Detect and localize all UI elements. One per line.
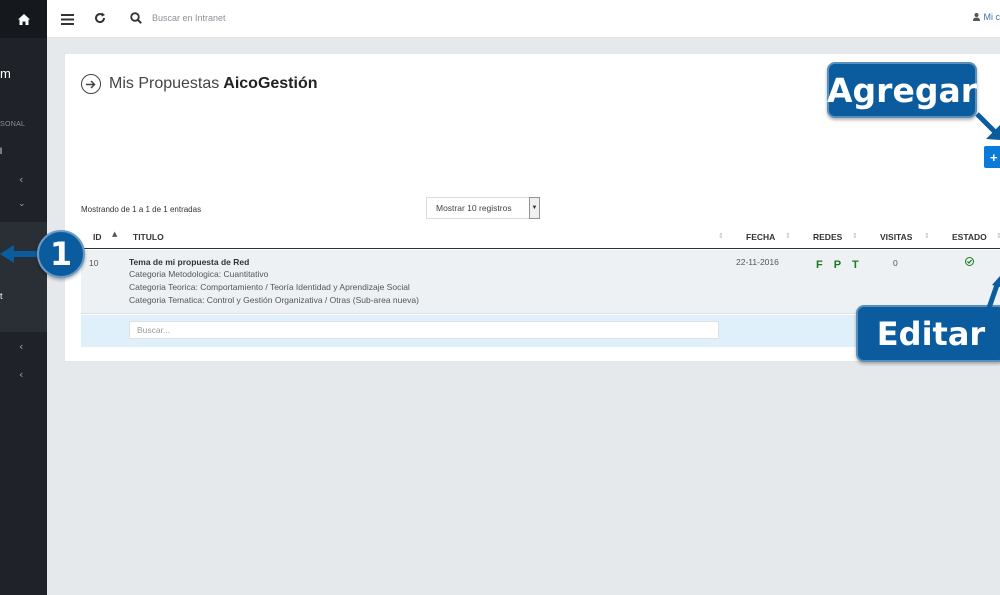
row-visitas: 0 xyxy=(893,258,898,268)
chevron-left-icon[interactable]: ‹ xyxy=(19,368,23,381)
row-fecha: 22-11-2016 xyxy=(736,257,779,267)
top-bar: Mi c xyxy=(47,0,1000,38)
sidebar-brand: m xyxy=(0,66,11,81)
caret-down-icon[interactable]: ▼ xyxy=(529,197,540,219)
title-filter-input[interactable] xyxy=(129,321,719,339)
arrow-circle-right-icon xyxy=(81,74,101,94)
callout-agregar-arrow-icon xyxy=(975,112,1000,140)
sort-icon[interactable]: ⇕ xyxy=(924,232,930,240)
table-header: ID ▲ TITULO ⇕ FECHA ⇕ REDES ⇕ VISITAS ⇕ … xyxy=(81,226,1000,249)
callout-editar: Editar xyxy=(856,305,1000,362)
row-category-tematica: Categoria Tematica: Control y Gestión Or… xyxy=(129,295,419,305)
home-button[interactable] xyxy=(0,0,47,38)
chevron-left-icon[interactable]: ‹ xyxy=(19,173,23,186)
column-header-id[interactable]: ID xyxy=(93,232,102,242)
sort-icon[interactable]: ⇕ xyxy=(996,232,1000,240)
user-icon xyxy=(972,13,980,21)
user-menu[interactable]: Mi c xyxy=(972,12,1000,22)
column-header-fecha[interactable]: FECHA xyxy=(746,232,775,242)
user-menu-label: Mi c xyxy=(983,12,1000,22)
column-header-redes[interactable]: REDES xyxy=(813,232,842,242)
column-header-visitas[interactable]: VISITAS xyxy=(880,232,912,242)
table-info: Mostrando de 1 a 1 de 1 entradas xyxy=(81,205,202,214)
menu-icon[interactable] xyxy=(61,12,74,30)
page-title: Mis Propuestas AicoGestión xyxy=(81,74,318,94)
chevron-down-icon[interactable]: ⌄ xyxy=(18,199,26,209)
row-category-metodologica: Categoria Metodologica: Cuantitativo xyxy=(129,269,269,279)
add-proposal-button[interactable]: + xyxy=(984,146,1000,168)
row-title[interactable]: Tema de mi propuesta de Red xyxy=(129,257,249,267)
row-category-teorica: Categoria Teorica: Comportamiento / Teor… xyxy=(129,282,410,292)
row-id: 10 xyxy=(89,258,99,268)
sort-icon[interactable]: ⇕ xyxy=(718,232,724,240)
sort-icon[interactable]: ⇕ xyxy=(785,232,791,240)
status-ok-icon xyxy=(965,257,974,266)
step-number-badge: 1 xyxy=(37,230,85,278)
sidebar-active-item[interactable] xyxy=(0,222,47,332)
home-icon xyxy=(17,13,30,25)
page-length-select[interactable]: Mostrar 10 registros xyxy=(426,197,530,219)
chevron-left-icon[interactable]: ‹ xyxy=(19,340,23,353)
row-redes: F P T xyxy=(816,259,863,271)
page-title-bold: AicoGestión xyxy=(223,75,318,92)
search-icon xyxy=(130,11,142,29)
sidebar: m SONAL l ‹ ⌄ t ‹ ‹ xyxy=(0,0,47,595)
sidebar-item-fragment[interactable]: t xyxy=(0,291,3,301)
sort-asc-icon[interactable]: ▲ xyxy=(112,230,117,238)
refresh-icon[interactable] xyxy=(94,11,106,29)
sidebar-item-fragment[interactable]: l xyxy=(0,146,2,156)
callout-agregar: Agregar xyxy=(827,62,977,118)
column-header-estado[interactable]: ESTADO xyxy=(952,232,987,242)
callout-editar-arrow-icon xyxy=(986,276,1000,308)
sidebar-section-label: SONAL xyxy=(0,121,26,128)
step-arrow-icon xyxy=(0,245,42,263)
search-input[interactable] xyxy=(152,10,372,26)
column-header-titulo[interactable]: TITULO xyxy=(133,232,164,242)
page-title-light: Mis Propuestas xyxy=(109,75,220,92)
sort-icon[interactable]: ⇕ xyxy=(852,232,858,240)
